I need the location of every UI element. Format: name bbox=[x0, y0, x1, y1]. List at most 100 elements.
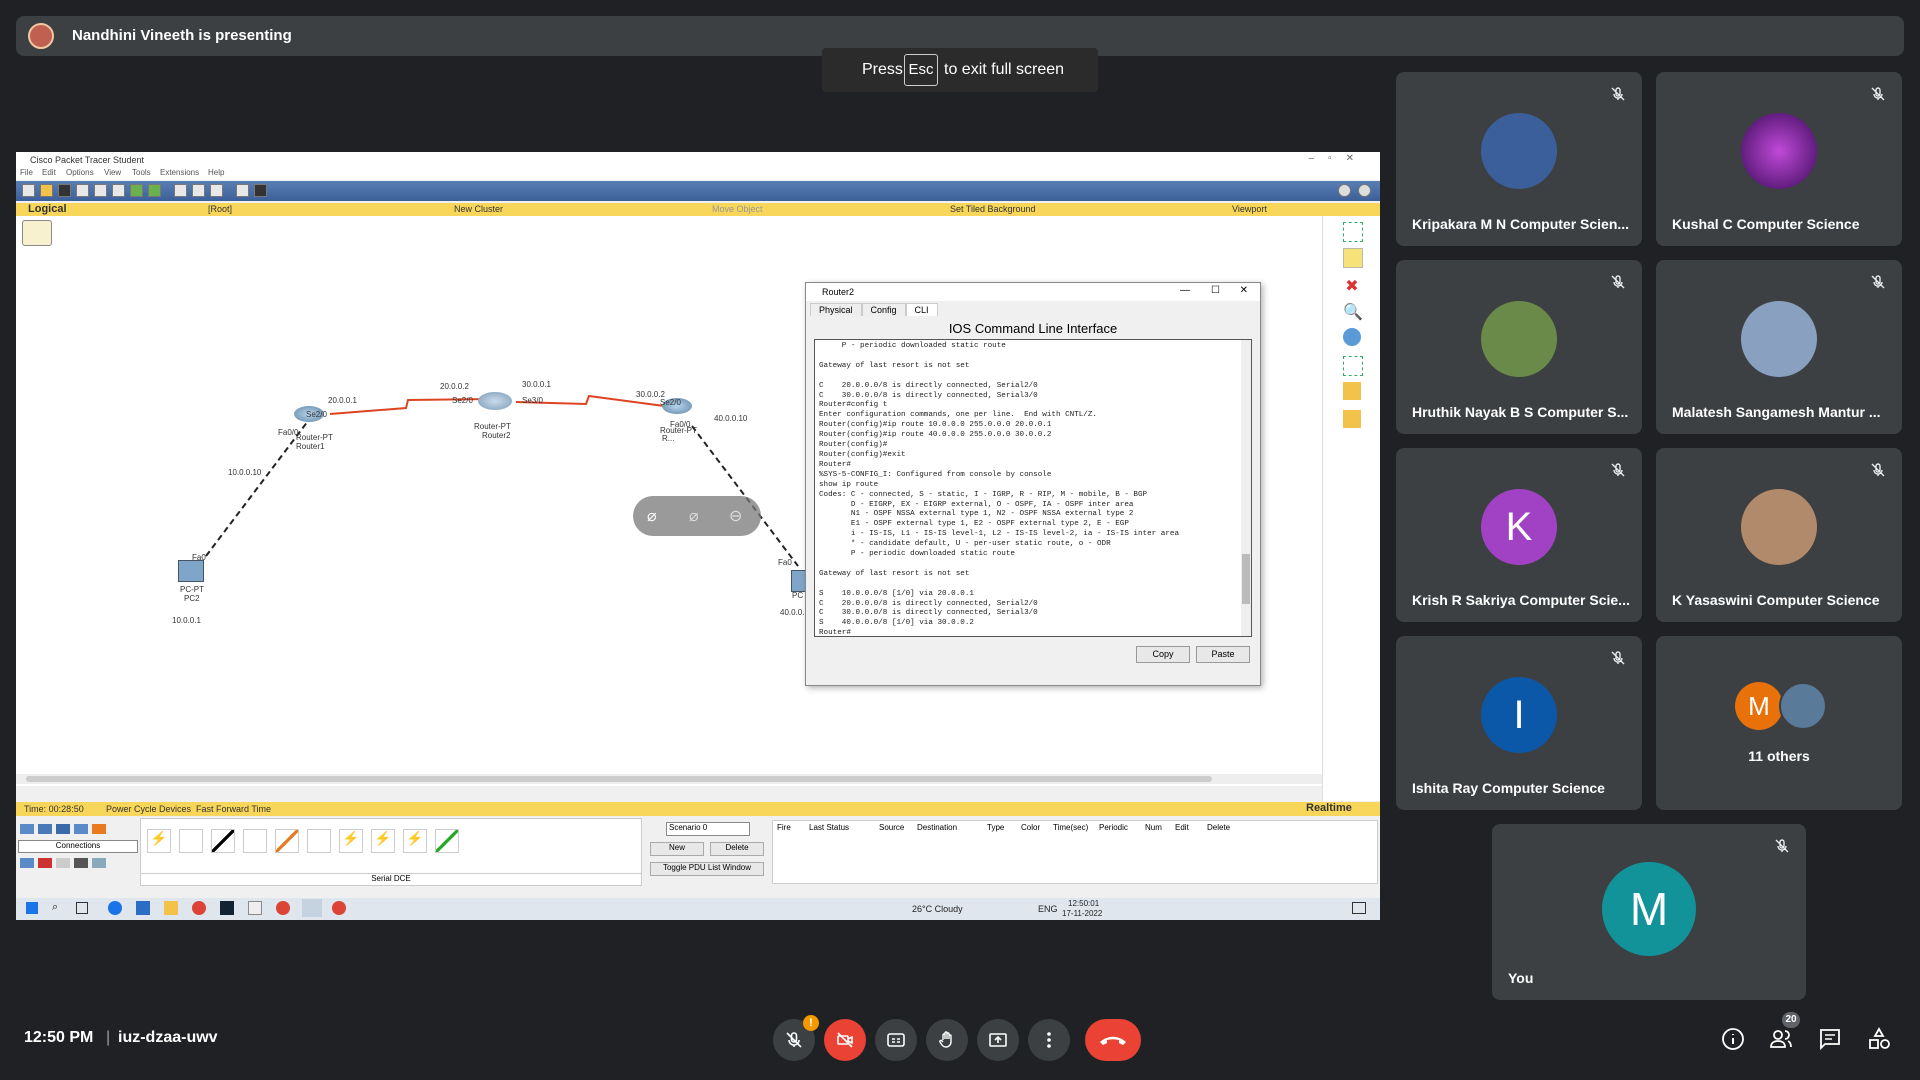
remove-icon[interactable]: ⊖ bbox=[729, 506, 749, 526]
inspect-icon[interactable]: 🔍 bbox=[1343, 302, 1363, 321]
activities-button[interactable] bbox=[1866, 1026, 1892, 1052]
horizontal-scrollbar[interactable] bbox=[16, 774, 1322, 784]
root-label[interactable]: [Root] bbox=[208, 204, 232, 214]
raise-hand-button[interactable] bbox=[926, 1019, 968, 1061]
minimize-icon[interactable]: — bbox=[1180, 285, 1190, 296]
chrome-icon[interactable] bbox=[192, 901, 206, 915]
clock-date[interactable]: 17-11-2022 bbox=[1062, 909, 1102, 918]
participant-tile[interactable]: I Ishita Ray Computer Science bbox=[1396, 636, 1642, 810]
complex-pdu-icon[interactable] bbox=[1343, 410, 1361, 428]
undo-icon[interactable] bbox=[130, 184, 143, 197]
menu-help[interactable]: Help bbox=[208, 168, 224, 177]
fast-forward-button[interactable]: Fast Forward Time bbox=[196, 804, 271, 814]
serial-dte-icon[interactable]: ⚡ bbox=[403, 829, 427, 853]
print-icon[interactable] bbox=[76, 184, 89, 197]
more-options-button[interactable] bbox=[1028, 1019, 1070, 1061]
coaxial-cable-icon[interactable]: ⚡ bbox=[339, 829, 363, 853]
phone-cable-icon[interactable] bbox=[307, 829, 331, 853]
others-tile[interactable]: M 11 others bbox=[1656, 636, 1902, 810]
move-object-button[interactable]: Move Object bbox=[712, 204, 763, 214]
note-icon[interactable] bbox=[1343, 248, 1363, 268]
octal-cable-icon[interactable] bbox=[435, 829, 459, 853]
zoom-reset-icon[interactable] bbox=[192, 184, 205, 197]
tab-cli[interactable]: CLI bbox=[905, 303, 938, 316]
viewport-button[interactable]: Viewport bbox=[1232, 204, 1267, 214]
leave-call-button[interactable] bbox=[1085, 1019, 1141, 1061]
resize-icon[interactable] bbox=[1343, 356, 1363, 376]
logical-tab[interactable]: Logical bbox=[28, 203, 67, 215]
simple-pdu-icon[interactable] bbox=[1343, 382, 1361, 400]
scroll-thumb[interactable] bbox=[26, 776, 1212, 782]
menu-extensions[interactable]: Extensions bbox=[160, 168, 199, 177]
pc2[interactable] bbox=[178, 560, 204, 582]
edge-icon[interactable] bbox=[108, 901, 122, 915]
delete-scenario-button[interactable]: Delete bbox=[710, 842, 764, 856]
straight-cable-icon[interactable] bbox=[211, 829, 235, 853]
chrome-profile-icon[interactable] bbox=[276, 901, 290, 915]
paste-icon[interactable] bbox=[112, 184, 125, 197]
cli-scrollbar[interactable] bbox=[1241, 340, 1251, 636]
app-icon[interactable] bbox=[220, 901, 234, 915]
device-categories[interactable] bbox=[18, 820, 138, 840]
menu-file[interactable]: File bbox=[20, 168, 33, 177]
participant-tile[interactable]: Kripakara M N Computer Scien... bbox=[1396, 72, 1642, 246]
copy-icon[interactable] bbox=[94, 184, 107, 197]
info-icon[interactable] bbox=[1338, 184, 1351, 197]
router2[interactable] bbox=[478, 392, 512, 410]
help-icon[interactable] bbox=[1358, 184, 1371, 197]
search-icon[interactable]: ⌕ bbox=[52, 901, 58, 914]
captions-button[interactable] bbox=[875, 1019, 917, 1061]
redo-icon[interactable] bbox=[148, 184, 161, 197]
task-view-icon[interactable] bbox=[76, 902, 88, 914]
close-icon[interactable]: ✕ bbox=[1240, 285, 1248, 296]
weather-text[interactable]: 26°C Cloudy bbox=[912, 904, 963, 914]
custom-device-icon[interactable] bbox=[254, 184, 267, 197]
explorer-icon[interactable] bbox=[164, 901, 178, 915]
people-button[interactable]: 20 bbox=[1768, 1012, 1800, 1052]
console-cable-icon[interactable] bbox=[179, 829, 203, 853]
language-indicator[interactable]: ENG bbox=[1038, 904, 1058, 914]
select-icon[interactable] bbox=[1343, 222, 1363, 242]
menu-view[interactable]: View bbox=[104, 168, 121, 177]
menu-options[interactable]: Options bbox=[66, 168, 94, 177]
new-scenario-button[interactable]: New bbox=[650, 842, 704, 856]
fiber-cable-icon[interactable] bbox=[275, 829, 299, 853]
windows-start-icon[interactable] bbox=[26, 902, 38, 914]
cli-scroll-thumb[interactable] bbox=[1242, 554, 1250, 604]
mic-off-icon[interactable]: ⌀ bbox=[647, 506, 667, 526]
device-subcategories[interactable] bbox=[18, 854, 138, 874]
new-file-icon[interactable] bbox=[22, 184, 35, 197]
auto-connection-icon[interactable]: ⚡ bbox=[147, 829, 171, 853]
power-cycle-button[interactable]: Power Cycle Devices bbox=[106, 804, 191, 814]
zoom-out-icon[interactable] bbox=[210, 184, 223, 197]
participant-tile[interactable]: K Yasaswini Computer Science bbox=[1656, 448, 1902, 622]
maximize-icon[interactable]: ☐ bbox=[1211, 285, 1220, 296]
tiled-background-button[interactable]: Set Tiled Background bbox=[950, 204, 1036, 214]
tab-physical[interactable]: Physical bbox=[810, 303, 862, 316]
store-icon[interactable] bbox=[136, 901, 150, 915]
notifications-icon[interactable] bbox=[1352, 902, 1366, 914]
document-icon[interactable] bbox=[248, 901, 262, 915]
cli-terminal[interactable]: P - periodic downloaded static route Gat… bbox=[814, 339, 1252, 637]
crossover-cable-icon[interactable] bbox=[243, 829, 267, 853]
menu-edit[interactable]: Edit bbox=[42, 168, 56, 177]
copy-button[interactable]: Copy bbox=[1136, 646, 1190, 663]
zoom-in-icon[interactable] bbox=[174, 184, 187, 197]
open-folder-icon[interactable] bbox=[40, 184, 53, 197]
participant-tile[interactable]: Kushal C Computer Science bbox=[1656, 72, 1902, 246]
chat-button[interactable] bbox=[1817, 1026, 1843, 1052]
mic-toggle-button[interactable]: ! bbox=[773, 1015, 819, 1061]
tab-config[interactable]: Config bbox=[861, 303, 906, 316]
delete-icon[interactable]: ✖ bbox=[1343, 276, 1361, 295]
participant-tile[interactable]: Malatesh Sangamesh Mantur ... bbox=[1656, 260, 1902, 434]
participant-tile[interactable]: Hruthik Nayak B S Computer S... bbox=[1396, 260, 1642, 434]
scenario-select[interactable]: Scenario 0 bbox=[666, 822, 750, 836]
clock-time[interactable]: 12:50:01 bbox=[1068, 899, 1099, 908]
new-cluster-button[interactable]: New Cluster bbox=[454, 204, 503, 214]
packet-tracer-taskbar-icon[interactable] bbox=[302, 899, 322, 917]
realtime-mode[interactable]: Realtime bbox=[1306, 802, 1352, 814]
draw-icon[interactable] bbox=[1343, 328, 1361, 346]
self-tile[interactable]: M You bbox=[1492, 824, 1806, 1000]
meeting-details-button[interactable] bbox=[1720, 1026, 1746, 1052]
meeting-code[interactable]: iuz-dzaa-uwv bbox=[118, 1029, 218, 1047]
